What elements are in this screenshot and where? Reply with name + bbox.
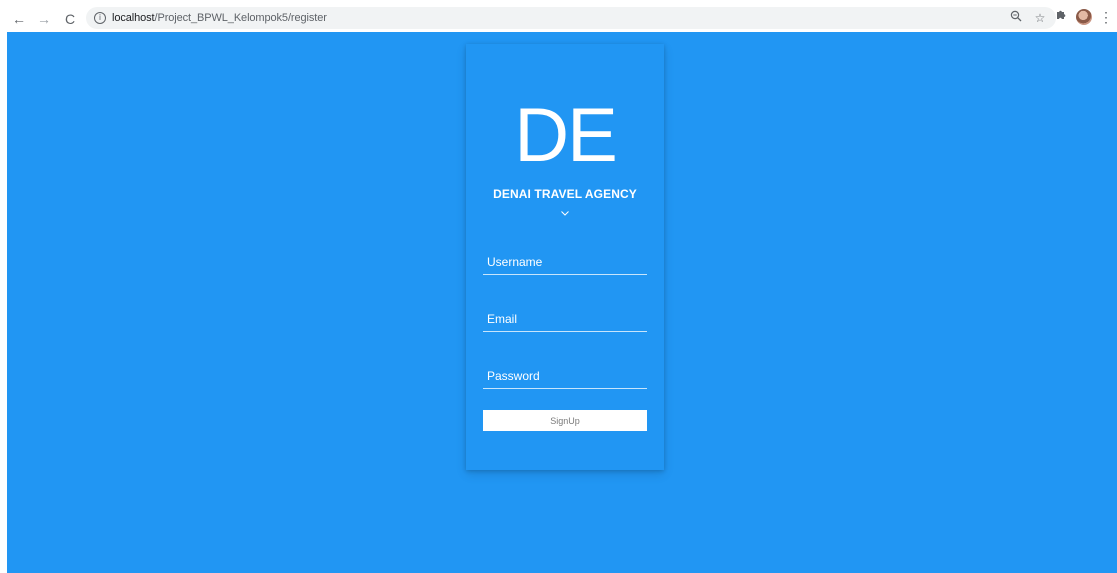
arrow-left-icon[interactable]: ←: [10, 10, 28, 28]
password-input[interactable]: [483, 365, 647, 387]
url-host: localhost: [112, 12, 155, 24]
url-text[interactable]: localhost/Project_BPWL_Kelompok5/registe…: [112, 12, 327, 24]
logo-text: DE: [514, 93, 618, 178]
email-input[interactable]: [483, 308, 647, 330]
url-path: /Project_BPWL_Kelompok5/register: [154, 12, 327, 24]
star-icon[interactable]: ☆: [1032, 10, 1048, 26]
email-field: [483, 308, 647, 332]
window-edge: [0, 32, 7, 573]
zoom-icon[interactable]: [1008, 10, 1024, 26]
password-field: [483, 365, 647, 389]
username-input[interactable]: [483, 251, 647, 273]
info-icon[interactable]: i: [94, 12, 106, 24]
avatar[interactable]: [1076, 9, 1092, 25]
puzzle-icon[interactable]: [1053, 8, 1069, 24]
page-viewport: DE DENAI TRAVEL AGENCY SignUp: [7, 32, 1117, 573]
username-field: [483, 251, 647, 275]
kebab-menu-icon[interactable]: ⋮: [1099, 9, 1113, 25]
address-bar[interactable]: i localhost/Project_BPWL_Kelompok5/regis…: [86, 7, 1056, 29]
brand-name: DENAI TRAVEL AGENCY: [493, 187, 637, 201]
browser-toolbar: ← → C i localhost/Project_BPWL_Kelompok5…: [0, 0, 1117, 32]
chevron-down-icon: [561, 211, 569, 216]
register-card: DE DENAI TRAVEL AGENCY SignUp: [466, 44, 664, 470]
signup-button[interactable]: SignUp: [483, 410, 647, 431]
reload-icon[interactable]: C: [61, 10, 79, 28]
arrow-right-icon[interactable]: →: [35, 10, 53, 28]
